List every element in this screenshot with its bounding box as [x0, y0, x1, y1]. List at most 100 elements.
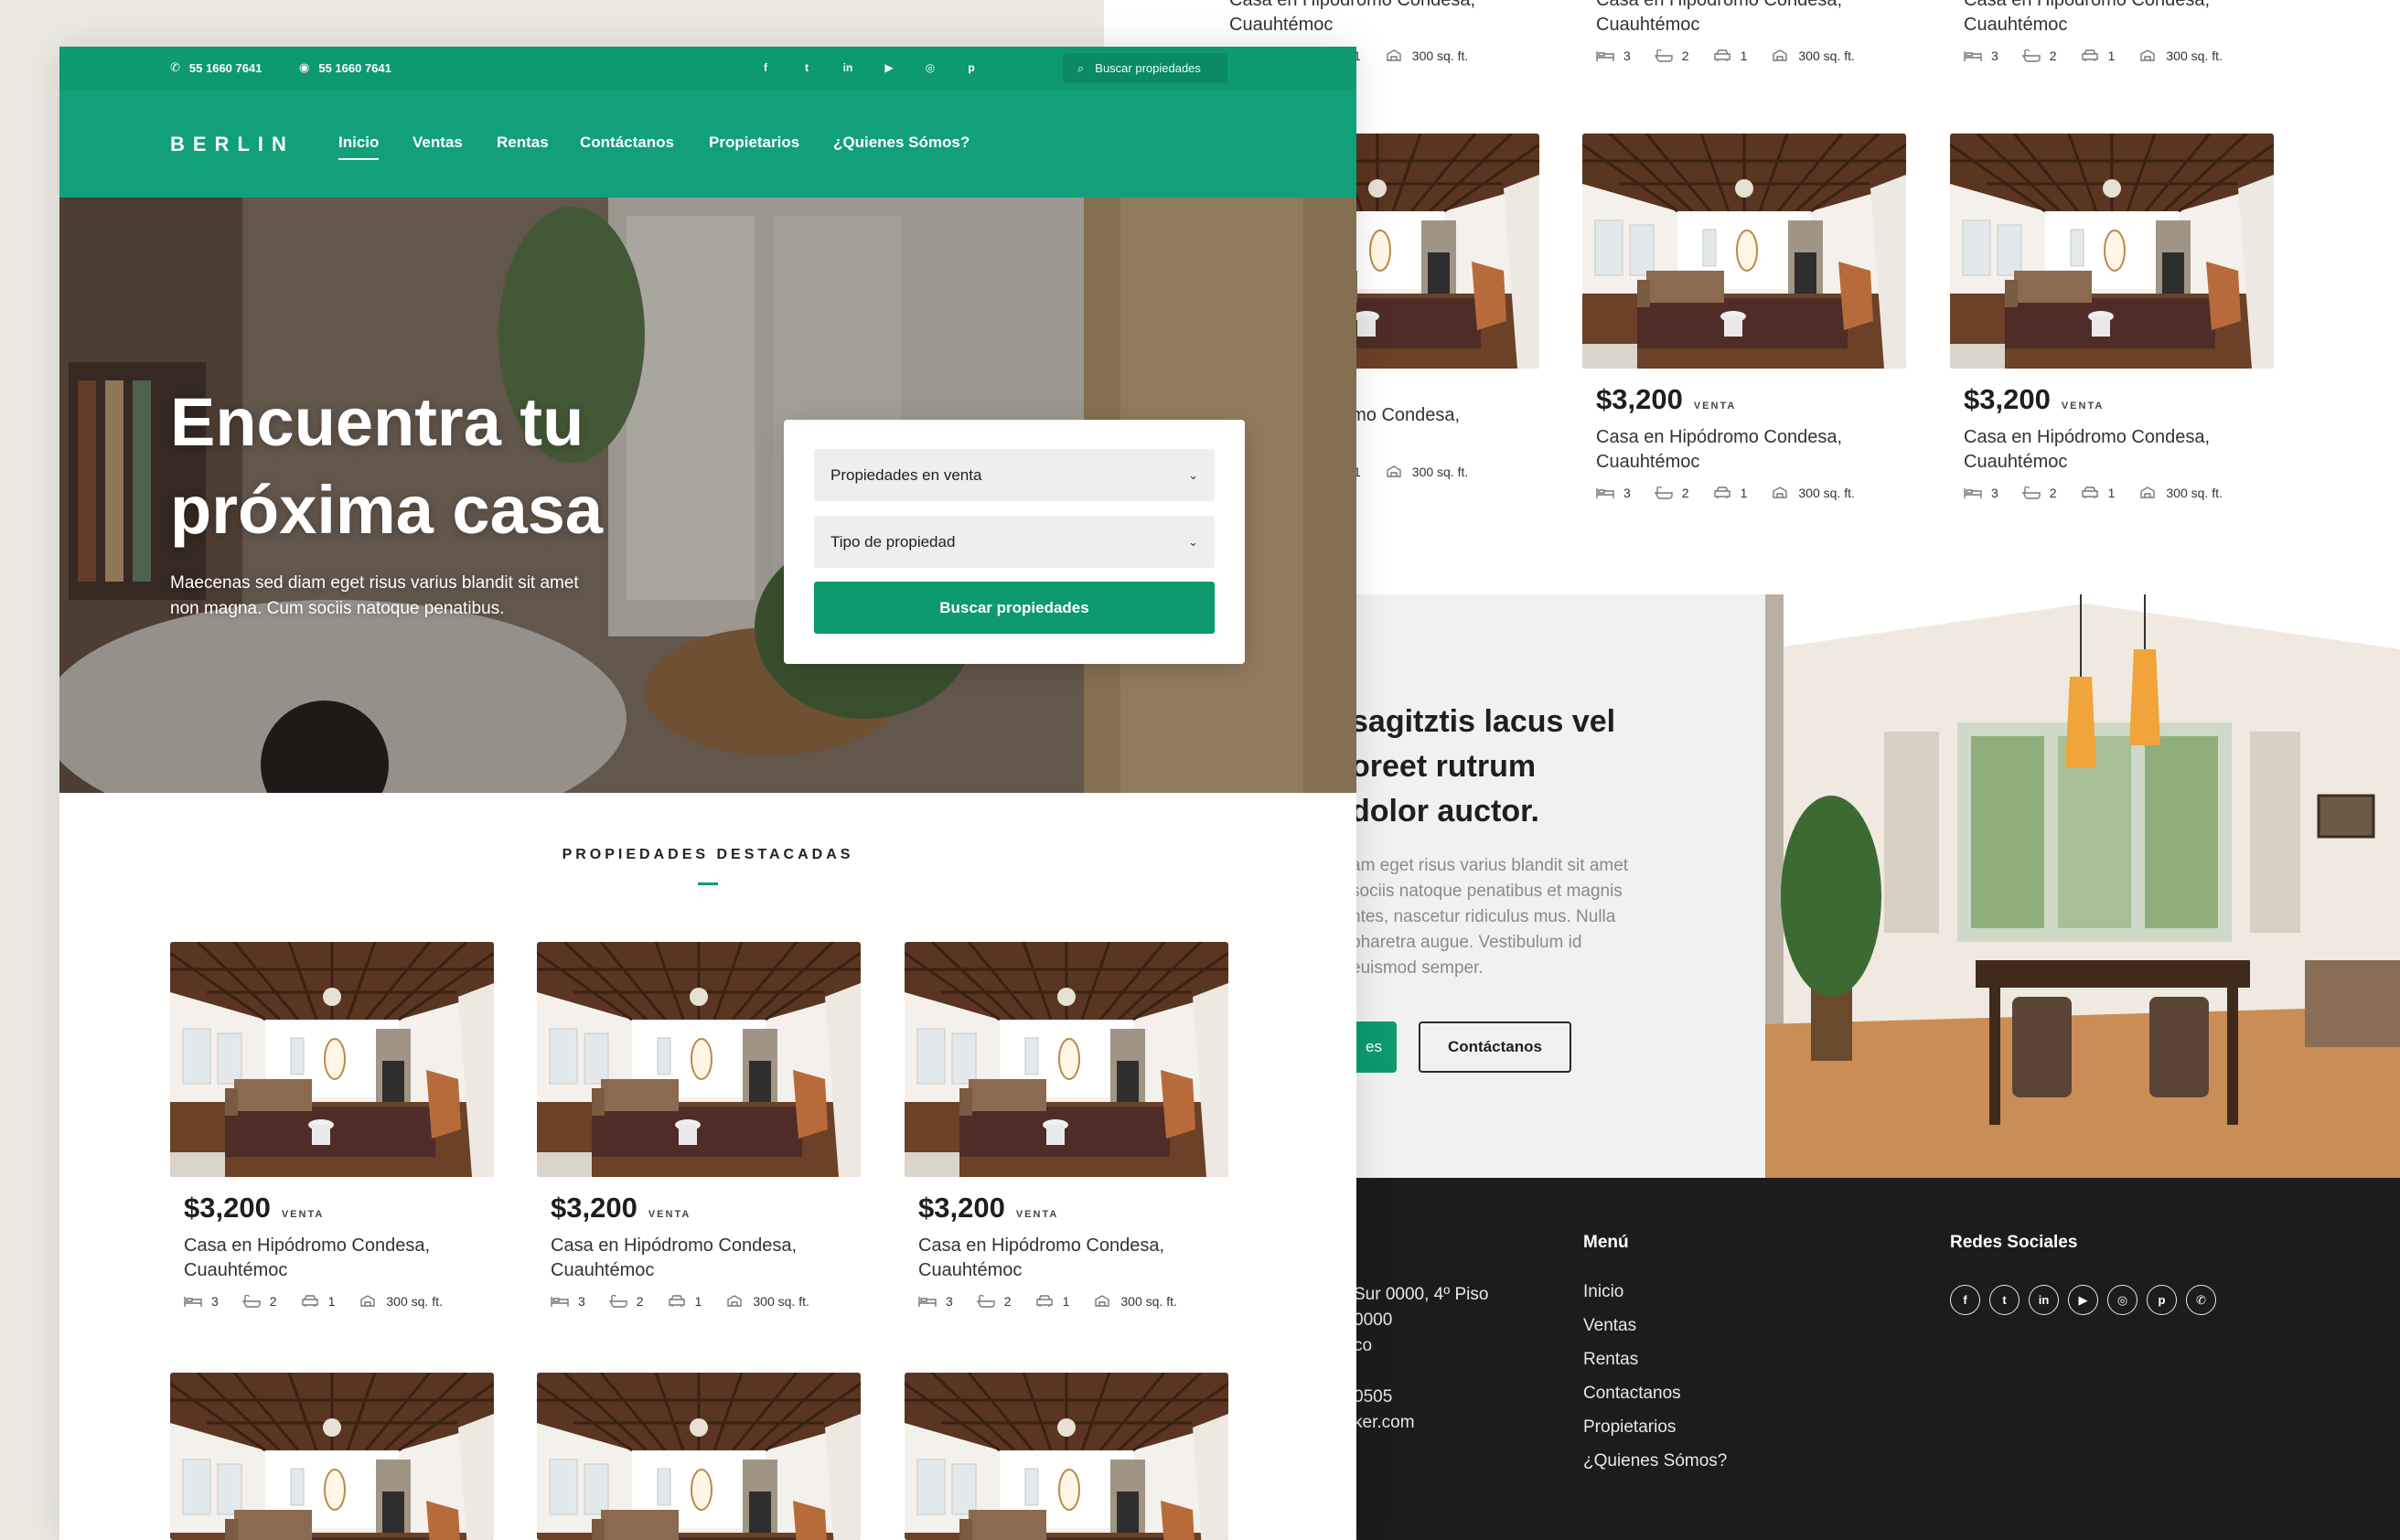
parking-count: 1 — [2107, 486, 2116, 500]
listing-type-tag: VENTA — [281, 1209, 325, 1220]
parking-icon — [1713, 49, 1731, 62]
area-value: 300 sq. ft. — [1798, 48, 1855, 63]
nav-item-ventas[interactable]: Ventas — [412, 134, 463, 152]
area-value: 300 sq. ft. — [2166, 48, 2223, 63]
facebook-icon[interactable]: f — [756, 59, 775, 77]
property-price: $3,200 — [551, 1192, 638, 1224]
property-title: Casa en Hipódromo Condesa, Cuauhtémoc — [551, 1235, 798, 1280]
spec-beds: 3 — [1964, 486, 1998, 500]
property-card[interactable]: $3,200 VENTA Casa en Hipódromo Condesa, … — [1582, 134, 1906, 500]
youtube-icon[interactable]: ▶ — [880, 59, 898, 77]
parking-icon — [1713, 487, 1731, 499]
hero-title: Encuentra tu próxima casa — [170, 379, 719, 554]
twitter-icon[interactable]: t — [798, 59, 816, 77]
email-line[interactable]: ker.com — [1354, 1410, 1415, 1436]
site-logo[interactable]: BERLIN — [170, 133, 295, 156]
parking-count: 1 — [1740, 486, 1748, 500]
operation-select[interactable]: Propiedades en venta ⌄ — [814, 449, 1215, 501]
property-type-select-value: Tipo de propiedad — [830, 532, 956, 551]
twitter-icon[interactable]: t — [1989, 1285, 2020, 1315]
footer-link-ventas[interactable]: Ventas — [1583, 1316, 1636, 1336]
bed-icon — [918, 1295, 937, 1308]
search-placeholder: Buscar propiedades — [1095, 61, 1201, 75]
property-card[interactable]: $3,200 VENTA Casa en Hipódromo Condesa, … — [537, 942, 861, 1309]
area-icon — [359, 1295, 377, 1308]
hero-title-line: Encuentra tu — [170, 384, 584, 460]
parking-count: 1 — [327, 1294, 336, 1309]
nav-item-contactanos[interactable]: Contáctanos — [580, 134, 674, 152]
main-navbar: BERLIN Inicio Ventas Rentas Contáctanos … — [59, 90, 1356, 198]
spec-beds: 3 — [1964, 48, 1998, 63]
parking-icon — [668, 1295, 686, 1308]
phone-line: 0505 — [1354, 1387, 1393, 1406]
beds-count: 3 — [1991, 486, 1998, 500]
property-card[interactable]: $3,200 VENTA Casa en Hipódromo Condesa, … — [1950, 134, 2274, 500]
nav-item-inicio[interactable]: Inicio — [338, 134, 380, 160]
instagram-icon[interactable]: ◎ — [921, 59, 939, 77]
linkedin-icon[interactable]: in — [839, 59, 857, 77]
hero-text-line: Maecenas sed diam eget risus varius blan… — [170, 573, 579, 593]
property-title: Casa en Hipódromo Condesa, Cuauhtémoc — [1229, 0, 1476, 35]
whatsapp-number: 55 1660 7641 — [318, 60, 391, 75]
title-underline — [698, 882, 718, 885]
footer-link-inicio[interactable]: Inicio — [1583, 1282, 1623, 1302]
chevron-down-icon: ⌄ — [1188, 467, 1198, 482]
whatsapp-icon: ◉ — [299, 60, 310, 74]
property-specs: 3 2 1 300 sq. ft. — [1582, 486, 1906, 500]
property-card[interactable]: Casa en Hipódromo Condesa, Cuauhtémoc 3 … — [1950, 0, 2274, 63]
property-price: $3,200 — [1596, 383, 1683, 415]
property-image[interactable] — [537, 1373, 861, 1540]
price-line: $3,200 VENTA — [170, 1192, 494, 1225]
pinterest-icon[interactable]: p — [962, 59, 980, 77]
about-heading-line: dolor auctor. — [1351, 794, 1539, 829]
about-heading-line: sagitztis lacus vel — [1351, 704, 1616, 739]
nav-item-quienes-somos[interactable]: ¿Quienes Sómos? — [833, 134, 970, 152]
search-input[interactable]: ⌕ Buscar propiedades — [1063, 53, 1227, 83]
facebook-icon[interactable]: f — [1950, 1285, 1980, 1315]
spec-area: 300 sq. ft. — [725, 1294, 809, 1309]
about-text-line: euismod semper. — [1351, 958, 1484, 978]
beds-count: 3 — [946, 1294, 953, 1309]
beds-count: 3 — [578, 1294, 585, 1309]
whatsapp-contact[interactable]: ◉ 55 1660 7641 — [299, 60, 391, 75]
parking-count: 1 — [1062, 1294, 1070, 1309]
footer-link-quienes-somos[interactable]: ¿Quienes Sómos? — [1583, 1451, 1727, 1471]
property-image[interactable] — [170, 1373, 494, 1540]
bed-icon — [1596, 487, 1614, 499]
bath-icon — [1655, 49, 1673, 62]
property-title: Casa en Hipódromo Condesa, Cuauhtémoc — [1596, 427, 1843, 472]
beds-count: 3 — [1991, 48, 1998, 63]
contact-button[interactable]: Contáctanos — [1419, 1021, 1571, 1073]
spec-baths: 2 — [2022, 48, 2057, 63]
phone-number: 55 1660 7641 — [188, 60, 262, 75]
pinterest-icon[interactable]: p — [2147, 1285, 2177, 1315]
about-text-line: sociis natoque penatibus et magnis — [1351, 882, 1623, 901]
nav-item-propietarios[interactable]: Propietarios — [709, 134, 799, 152]
linkedin-icon[interactable]: in — [2029, 1285, 2059, 1315]
property-card[interactable]: $3,200 VENTA Casa en Hipódromo Condesa, … — [170, 942, 494, 1309]
property-image[interactable] — [905, 1373, 1228, 1540]
baths-count: 2 — [1681, 48, 1689, 63]
area-value: 300 sq. ft. — [1411, 48, 1469, 63]
property-image — [905, 942, 1228, 1177]
address-line: co — [1354, 1336, 1373, 1355]
property-card[interactable]: Casa en Hipódromo Condesa, Cuauhtémoc 3 … — [1582, 0, 1906, 63]
bath-icon — [1655, 487, 1673, 499]
footer-link-rentas[interactable]: Rentas — [1583, 1350, 1638, 1370]
phone-contact[interactable]: ✆ 55 1660 7641 — [170, 60, 262, 75]
area-value: 300 sq. ft. — [1120, 1294, 1177, 1309]
spec-parking: 1 — [668, 1294, 702, 1309]
property-type-select[interactable]: Tipo de propiedad ⌄ — [814, 516, 1215, 568]
instagram-icon[interactable]: ◎ — [2107, 1285, 2138, 1315]
footer-link-contactanos[interactable]: Contactanos — [1583, 1384, 1681, 1404]
whatsapp-icon[interactable]: ✆ — [2186, 1285, 2216, 1315]
search-properties-button[interactable]: Buscar propiedades — [814, 582, 1215, 634]
spec-area: 300 sq. ft. — [1093, 1294, 1177, 1309]
baths-count: 2 — [2049, 486, 2057, 500]
property-card[interactable]: $3,200 VENTA Casa en Hipódromo Condesa, … — [905, 942, 1228, 1309]
nav-item-rentas[interactable]: Rentas — [497, 134, 549, 152]
footer-link-propietarios[interactable]: Propietarios — [1583, 1417, 1676, 1438]
area-value: 300 sq. ft. — [1798, 486, 1855, 500]
property-specs: 3 2 1 300 sq. ft. — [1950, 48, 2274, 63]
youtube-icon[interactable]: ▶ — [2068, 1285, 2098, 1315]
